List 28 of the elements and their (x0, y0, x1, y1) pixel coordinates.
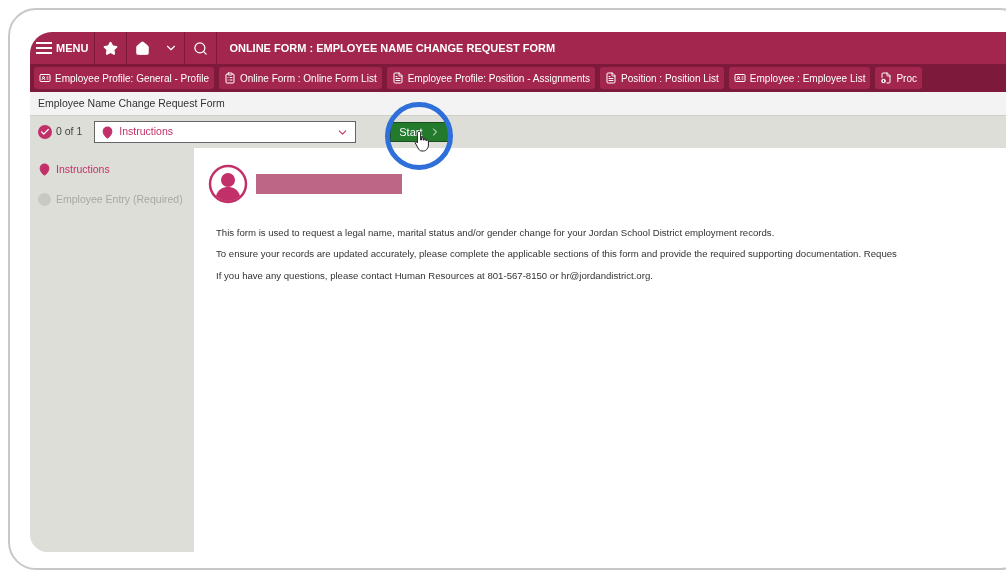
progress-count: 0 of 1 (56, 124, 83, 140)
instruction-text: If you have any questions, please contact Human Resources at 801-567-8150 or hr@jordandistrict.org. (216, 268, 653, 283)
open-page-tab[interactable]: Employee Profile: General - Profile (34, 67, 214, 89)
open-page-tab[interactable]: Employee Profile: Position - Assignments (386, 67, 595, 89)
open-page-tab[interactable]: Proc (875, 67, 922, 89)
check-icon (38, 125, 52, 139)
page-icon (39, 72, 51, 84)
menu-icon (36, 42, 52, 54)
step-select[interactable]: Instructions (94, 121, 357, 143)
page-icon (880, 72, 893, 84)
open-page-tab[interactable]: Employee : Employee List (728, 67, 871, 89)
instruction-text: This form is used to request a legal name, marital status and/or gender change for your Jordan School District employment records. (216, 226, 775, 240)
star-icon (103, 40, 119, 56)
page-icon (391, 72, 404, 84)
pin-icon (101, 125, 115, 139)
step-item[interactable]: Instructions (38, 162, 194, 178)
pin-icon (38, 163, 51, 177)
search-icon (193, 40, 209, 56)
page-icon (733, 72, 746, 84)
open-page-tab[interactable]: Position : Position List (600, 67, 724, 89)
page-icon (605, 72, 617, 84)
page-title: ONLINE FORM : EMPLOYEE NAME CHANGE REQUEST FORM (229, 40, 556, 56)
avatar-icon (208, 164, 248, 204)
home-icon (135, 40, 151, 56)
breadcrumb-text: Employee Name Change Request Form (38, 95, 225, 111)
open-page-tab[interactable]: Online Form : Online Form List (218, 67, 382, 89)
page-icon (223, 72, 236, 84)
instruction-text: To ensure your records are updated accurately, please complete the applicable sections of this form and provide the required supporting documentation. Reques (216, 247, 897, 262)
